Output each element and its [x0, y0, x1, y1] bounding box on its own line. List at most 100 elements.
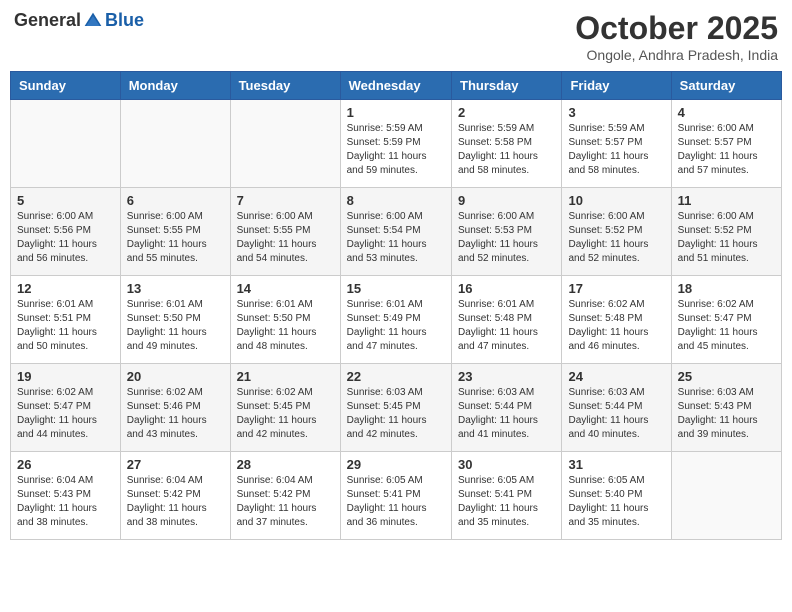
calendar-cell: 21 Sunrise: 6:02 AMSunset: 5:45 PMDayligh…	[230, 364, 340, 452]
day-info: Sunrise: 6:00 AMSunset: 5:54 PMDaylight:…	[347, 210, 445, 266]
day-number: 10	[568, 193, 664, 208]
day-info: Sunrise: 6:01 AMSunset: 5:51 PMDaylight:…	[17, 298, 114, 354]
calendar-cell: 12 Sunrise: 6:01 AMSunset: 5:51 PMDayligh…	[11, 276, 121, 364]
calendar-cell: 2 Sunrise: 5:59 AMSunset: 5:58 PMDaylight…	[452, 100, 562, 188]
day-number: 22	[347, 369, 445, 384]
location: Ongole, Andhra Pradesh, India	[575, 47, 778, 63]
day-number: 19	[17, 369, 114, 384]
calendar-cell: 20 Sunrise: 6:02 AMSunset: 5:46 PMDayligh…	[120, 364, 230, 452]
calendar-cell: 4 Sunrise: 6:00 AMSunset: 5:57 PMDaylight…	[671, 100, 781, 188]
calendar-week-4: 19 Sunrise: 6:02 AMSunset: 5:47 PMDayligh…	[11, 364, 782, 452]
calendar-cell: 29Sunrise: 6:05 AMSunset: 5:41 PMDayligh…	[340, 452, 451, 540]
day-number: 27	[127, 457, 224, 472]
day-info: Sunrise: 6:02 AMSunset: 5:48 PMDaylight:…	[568, 298, 664, 354]
day-number: 15	[347, 281, 445, 296]
day-info: Sunrise: 6:02 AMSunset: 5:46 PMDaylight:…	[127, 386, 224, 442]
day-number: 24	[568, 369, 664, 384]
day-info: Sunrise: 5:59 AMSunset: 5:57 PMDaylight:…	[568, 122, 664, 178]
day-number: 30	[458, 457, 555, 472]
calendar-cell: 23 Sunrise: 6:03 AMSunset: 5:44 PMDayligh…	[452, 364, 562, 452]
month-title: October 2025	[575, 10, 778, 47]
day-number: 1	[347, 105, 445, 120]
day-number: 13	[127, 281, 224, 296]
weekday-header-row: SundayMondayTuesdayWednesdayThursdayFrid…	[11, 72, 782, 100]
day-info: Sunrise: 6:05 AMSunset: 5:41 PMDaylight:…	[347, 474, 445, 530]
calendar-cell: 3 Sunrise: 5:59 AMSunset: 5:57 PMDaylight…	[562, 100, 671, 188]
day-info: Sunrise: 6:01 AMSunset: 5:49 PMDaylight:…	[347, 298, 445, 354]
weekday-header-wednesday: Wednesday	[340, 72, 451, 100]
calendar-cell: 1 Sunrise: 5:59 AMSunset: 5:59 PMDaylight…	[340, 100, 451, 188]
calendar-cell	[11, 100, 121, 188]
calendar-cell: 9Sunrise: 6:00 AMSunset: 5:53 PMDaylight…	[452, 188, 562, 276]
calendar-cell: 6Sunrise: 6:00 AMSunset: 5:55 PMDaylight…	[120, 188, 230, 276]
weekday-header-thursday: Thursday	[452, 72, 562, 100]
page-header: General Blue October 2025 Ongole, Andhra…	[10, 10, 782, 63]
day-info: Sunrise: 6:02 AMSunset: 5:45 PMDaylight:…	[237, 386, 334, 442]
day-info: Sunrise: 6:01 AMSunset: 5:50 PMDaylight:…	[237, 298, 334, 354]
day-number: 12	[17, 281, 114, 296]
day-info: Sunrise: 6:03 AMSunset: 5:44 PMDaylight:…	[568, 386, 664, 442]
day-info: Sunrise: 6:00 AMSunset: 5:55 PMDaylight:…	[127, 210, 224, 266]
day-info: Sunrise: 6:00 AMSunset: 5:57 PMDaylight:…	[678, 122, 775, 178]
calendar-cell: 7 Sunrise: 6:00 AMSunset: 5:55 PMDaylight…	[230, 188, 340, 276]
logo-general: General	[14, 10, 81, 31]
day-number: 8	[347, 193, 445, 208]
calendar-cell: 8 Sunrise: 6:00 AMSunset: 5:54 PMDaylight…	[340, 188, 451, 276]
day-number: 5	[17, 193, 114, 208]
day-info: Sunrise: 6:03 AMSunset: 5:44 PMDaylight:…	[458, 386, 555, 442]
day-info: Sunrise: 6:01 AMSunset: 5:50 PMDaylight:…	[127, 298, 224, 354]
calendar-cell: 22 Sunrise: 6:03 AMSunset: 5:45 PMDayligh…	[340, 364, 451, 452]
logo-icon	[83, 11, 103, 31]
day-number: 16	[458, 281, 555, 296]
day-number: 4	[678, 105, 775, 120]
day-info: Sunrise: 6:04 AMSunset: 5:42 PMDaylight:…	[127, 474, 224, 530]
day-number: 21	[237, 369, 334, 384]
logo: General Blue	[14, 10, 144, 31]
day-number: 11	[678, 193, 775, 208]
calendar-cell: 5 Sunrise: 6:00 AMSunset: 5:56 PMDaylight…	[11, 188, 121, 276]
title-block: October 2025 Ongole, Andhra Pradesh, Ind…	[575, 10, 778, 63]
calendar-cell: 18 Sunrise: 6:02 AMSunset: 5:47 PMDayligh…	[671, 276, 781, 364]
day-info: Sunrise: 6:02 AMSunset: 5:47 PMDaylight:…	[678, 298, 775, 354]
day-info: Sunrise: 6:01 AMSunset: 5:48 PMDaylight:…	[458, 298, 555, 354]
calendar-cell: 17Sunrise: 6:02 AMSunset: 5:48 PMDayligh…	[562, 276, 671, 364]
calendar-cell: 30 Sunrise: 6:05 AMSunset: 5:41 PMDayligh…	[452, 452, 562, 540]
calendar-cell: 27 Sunrise: 6:04 AMSunset: 5:42 PMDayligh…	[120, 452, 230, 540]
calendar-cell: 24 Sunrise: 6:03 AMSunset: 5:44 PMDayligh…	[562, 364, 671, 452]
day-number: 23	[458, 369, 555, 384]
day-number: 25	[678, 369, 775, 384]
day-info: Sunrise: 6:04 AMSunset: 5:43 PMDaylight:…	[17, 474, 114, 530]
calendar-cell: 14Sunrise: 6:01 AMSunset: 5:50 PMDayligh…	[230, 276, 340, 364]
day-number: 3	[568, 105, 664, 120]
day-info: Sunrise: 6:00 AMSunset: 5:53 PMDaylight:…	[458, 210, 555, 266]
calendar-week-1: 1 Sunrise: 5:59 AMSunset: 5:59 PMDaylight…	[11, 100, 782, 188]
day-info: Sunrise: 6:00 AMSunset: 5:52 PMDaylight:…	[568, 210, 664, 266]
day-number: 31	[568, 457, 664, 472]
day-info: Sunrise: 6:00 AMSunset: 5:52 PMDaylight:…	[678, 210, 775, 266]
day-info: Sunrise: 6:05 AMSunset: 5:40 PMDaylight:…	[568, 474, 664, 530]
calendar-cell: 28Sunrise: 6:04 AMSunset: 5:42 PMDayligh…	[230, 452, 340, 540]
calendar-week-3: 12 Sunrise: 6:01 AMSunset: 5:51 PMDayligh…	[11, 276, 782, 364]
day-info: Sunrise: 6:04 AMSunset: 5:42 PMDaylight:…	[237, 474, 334, 530]
day-info: Sunrise: 5:59 AMSunset: 5:58 PMDaylight:…	[458, 122, 555, 178]
weekday-header-monday: Monday	[120, 72, 230, 100]
day-number: 7	[237, 193, 334, 208]
day-info: Sunrise: 6:00 AMSunset: 5:56 PMDaylight:…	[17, 210, 114, 266]
day-info: Sunrise: 6:03 AMSunset: 5:43 PMDaylight:…	[678, 386, 775, 442]
calendar-cell: 25 Sunrise: 6:03 AMSunset: 5:43 PMDayligh…	[671, 364, 781, 452]
day-number: 20	[127, 369, 224, 384]
calendar-cell: 26 Sunrise: 6:04 AMSunset: 5:43 PMDayligh…	[11, 452, 121, 540]
weekday-header-sunday: Sunday	[11, 72, 121, 100]
day-number: 18	[678, 281, 775, 296]
day-info: Sunrise: 6:03 AMSunset: 5:45 PMDaylight:…	[347, 386, 445, 442]
day-info: Sunrise: 5:59 AMSunset: 5:59 PMDaylight:…	[347, 122, 445, 178]
calendar-cell: 13 Sunrise: 6:01 AMSunset: 5:50 PMDayligh…	[120, 276, 230, 364]
day-info: Sunrise: 6:05 AMSunset: 5:41 PMDaylight:…	[458, 474, 555, 530]
day-info: Sunrise: 6:02 AMSunset: 5:47 PMDaylight:…	[17, 386, 114, 442]
weekday-header-tuesday: Tuesday	[230, 72, 340, 100]
calendar-cell	[120, 100, 230, 188]
day-info: Sunrise: 6:00 AMSunset: 5:55 PMDaylight:…	[237, 210, 334, 266]
day-number: 26	[17, 457, 114, 472]
calendar-week-5: 26 Sunrise: 6:04 AMSunset: 5:43 PMDayligh…	[11, 452, 782, 540]
day-number: 2	[458, 105, 555, 120]
